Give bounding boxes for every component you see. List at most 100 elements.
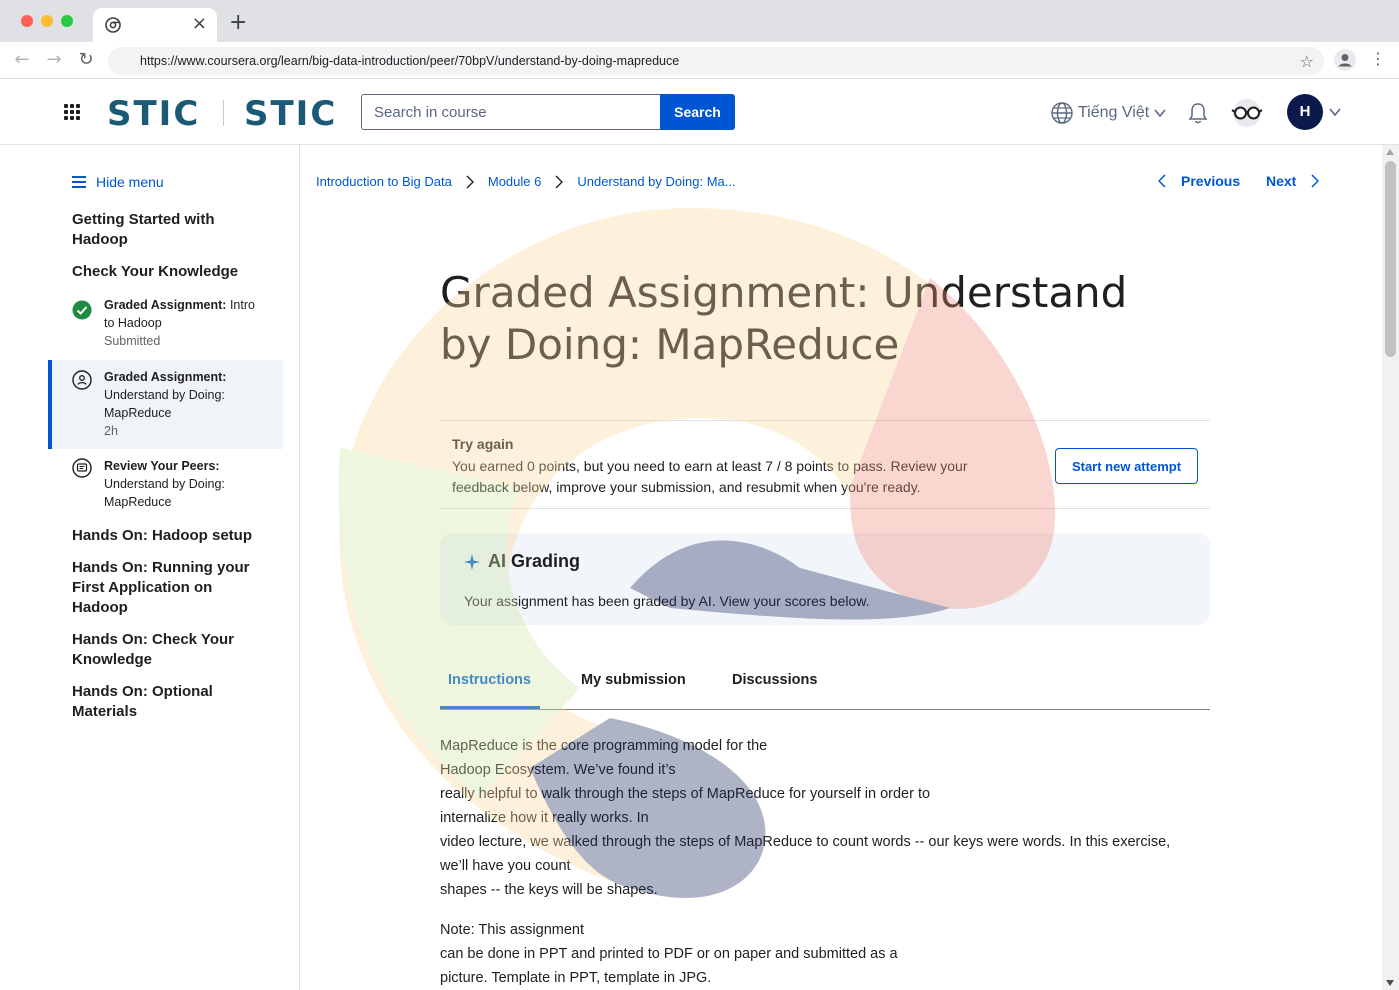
window-maximize-button[interactable] <box>61 15 73 27</box>
instructions-paragraph-1: MapReduce is the core programming model … <box>440 734 1210 902</box>
chevron-down-icon <box>1154 109 1166 118</box>
ai-grading-heading: AI Grading <box>464 551 580 572</box>
sidebar-section-hadoop-setup[interactable]: Hands On: Hadoop setup <box>72 526 272 546</box>
try-again-banner: Try again You earned 0 points, but you n… <box>440 420 1210 509</box>
sidebar-item-title: Graded Assignment: <box>104 370 227 384</box>
sidebar-section-hands-on-check[interactable]: Hands On: Check Your Knowledge <box>72 630 242 670</box>
instructions-line: really helpful to walk through the steps… <box>440 786 931 802</box>
check-circle-icon <box>72 300 92 320</box>
sparkle-icon <box>464 553 480 570</box>
instructions-line: video lecture, we walked through the ste… <box>440 834 1171 850</box>
tab-my-submission[interactable]: My submission <box>573 672 694 709</box>
sidebar-item-understand-mapreduce[interactable]: Graded Assignment: Understand by Doing: … <box>48 360 283 449</box>
ai-grading-title: AI Grading <box>488 551 581 571</box>
scroll-down-arrow-icon[interactable] <box>1386 980 1394 986</box>
sidebar-section-getting-started[interactable]: Getting Started with Hadoop <box>72 210 272 250</box>
chevron-right-icon <box>555 175 564 188</box>
instructions-line: we’ll have you count <box>440 858 571 874</box>
chevron-right-icon <box>466 175 474 188</box>
sidebar-item-intro-to-hadoop[interactable]: Graded Assignment: Intro to Hadoop Submi… <box>48 295 283 353</box>
scroll-thumb[interactable] <box>1385 161 1396 357</box>
sidebar-item-label: Review Your Peers: Understand by Doing: … <box>104 457 264 511</box>
hide-menu-button[interactable]: Hide menu <box>72 174 164 190</box>
breadcrumb-current[interactable]: Understand by Doing: Ma... <box>577 174 735 189</box>
chrome-icon <box>105 17 121 33</box>
ai-grading-message: Your assignment has been graded by AI. V… <box>464 593 870 609</box>
start-new-attempt-button[interactable]: Start new attempt <box>1055 448 1198 484</box>
logo-divider <box>223 100 224 126</box>
menu-icon <box>72 176 86 188</box>
language-selector[interactable]: Tiếng Việt <box>1050 101 1167 125</box>
tab-instructions[interactable]: Instructions <box>440 672 540 709</box>
globe-icon <box>1051 102 1073 124</box>
window-close-button[interactable] <box>21 15 33 27</box>
next-button[interactable]: Next <box>1266 173 1320 189</box>
instructions-line: MapReduce is the core programming model … <box>440 738 768 754</box>
window-minimize-button[interactable] <box>41 15 53 27</box>
url-text: https://www.coursera.org/learn/big-data-… <box>140 54 680 68</box>
new-tab-button[interactable]: + <box>229 11 247 35</box>
sidebar-item-review-peers[interactable]: Review Your Peers: Understand by Doing: … <box>48 457 283 517</box>
search-button[interactable]: Search <box>660 94 735 130</box>
breadcrumb-course[interactable]: Introduction to Big Data <box>316 174 452 189</box>
browser-tab[interactable]: × <box>93 8 217 42</box>
page-title: Graded Assignment: Understand by Doing: … <box>440 268 1128 369</box>
sidebar-item-duration: 2h <box>104 424 118 438</box>
instructions-paragraph-2: Note: This assignment can be done in PPT… <box>440 918 1210 990</box>
grid-icon[interactable] <box>64 104 80 120</box>
review-icon <box>72 458 92 478</box>
next-label: Next <box>1266 173 1297 189</box>
address-bar: ← → ↻ https://www.coursera.org/learn/big… <box>0 42 1399 79</box>
back-arrow-icon[interactable]: ← <box>12 50 32 70</box>
previous-label: Previous <box>1181 173 1241 189</box>
sidebar-item-subtitle: Understand by Doing: MapReduce <box>104 388 225 420</box>
sidebar-item-subtitle: Understand by Doing: MapReduce <box>104 477 225 509</box>
ai-grading-panel: AI Grading Your assignment has been grad… <box>440 533 1210 625</box>
try-again-title: Try again <box>452 436 514 452</box>
course-sidebar: Hide menu Getting Started with Hadoop Ch… <box>0 145 300 990</box>
instructions-line: shapes -- the keys will be shapes. <box>440 882 658 898</box>
instructions-line: picture. Template in PPT, template in JP… <box>440 970 712 986</box>
sidebar-section-running-first-app[interactable]: Hands On: Running your First Application… <box>72 558 257 618</box>
sidebar-item-status: Submitted <box>104 334 161 348</box>
sidebar-section-optional-materials[interactable]: Hands On: Optional Materials <box>72 682 232 722</box>
glasses-icon[interactable] <box>1229 98 1265 128</box>
chevron-right-icon <box>1311 174 1320 188</box>
assignment-tabs: Instructions My submission Discussions <box>440 664 1210 710</box>
logo-right[interactable]: STIC <box>244 94 337 134</box>
browser-tab-bar: × + <box>0 0 1399 42</box>
sidebar-item-label: Graded Assignment: Understand by Doing: … <box>104 368 264 440</box>
breadcrumb: Introduction to Big Data Module 6 Unders… <box>316 174 736 189</box>
bookmark-star-icon[interactable]: ☆ <box>1300 52 1314 71</box>
sidebar-item-title: Graded Assignment: <box>104 298 227 312</box>
scroll-up-arrow-icon[interactable] <box>1386 149 1394 155</box>
sidebar-item-label: Graded Assignment: Intro to Hadoop Submi… <box>104 296 264 350</box>
instructions-line: Note: This assignment <box>440 922 584 938</box>
bell-icon[interactable] <box>1187 101 1209 125</box>
logo-left[interactable]: STIC <box>107 94 200 134</box>
instructions-line: Hadoop Ecosystem. We’ve found it’s <box>440 762 676 778</box>
browser-menu-icon[interactable]: ⋮ <box>1370 50 1386 68</box>
previous-button[interactable]: Previous <box>1158 173 1240 189</box>
browser-profile-icon[interactable] <box>1334 49 1356 71</box>
search-input[interactable] <box>361 94 661 130</box>
url-field[interactable]: https://www.coursera.org/learn/big-data-… <box>108 47 1324 75</box>
instructions-line: internalize how it really works. In <box>440 810 649 826</box>
try-again-message: You earned 0 points, but you need to ear… <box>452 458 968 495</box>
reload-icon[interactable]: ↻ <box>76 50 96 70</box>
language-label: Tiếng Việt <box>1078 104 1150 121</box>
chevron-left-icon <box>1158 174 1166 188</box>
page-scrollbar[interactable] <box>1382 145 1399 990</box>
tab-discussions[interactable]: Discussions <box>724 672 825 709</box>
assignment-icon <box>72 370 92 390</box>
app-header: STIC STIC Search Tiếng Việt H <box>0 80 1399 145</box>
tab-close-icon[interactable]: × <box>192 14 207 34</box>
sidebar-item-title: Review Your Peers: <box>104 459 220 473</box>
avatar[interactable]: H <box>1287 94 1323 130</box>
instructions-line: can be done in PPT and printed to PDF or… <box>440 946 898 962</box>
forward-arrow-icon[interactable]: → <box>44 50 64 70</box>
sidebar-section-check-knowledge[interactable]: Check Your Knowledge <box>72 262 272 282</box>
hide-menu-label: Hide menu <box>96 174 164 190</box>
breadcrumb-module[interactable]: Module 6 <box>488 174 541 189</box>
chevron-down-icon[interactable] <box>1328 105 1342 119</box>
